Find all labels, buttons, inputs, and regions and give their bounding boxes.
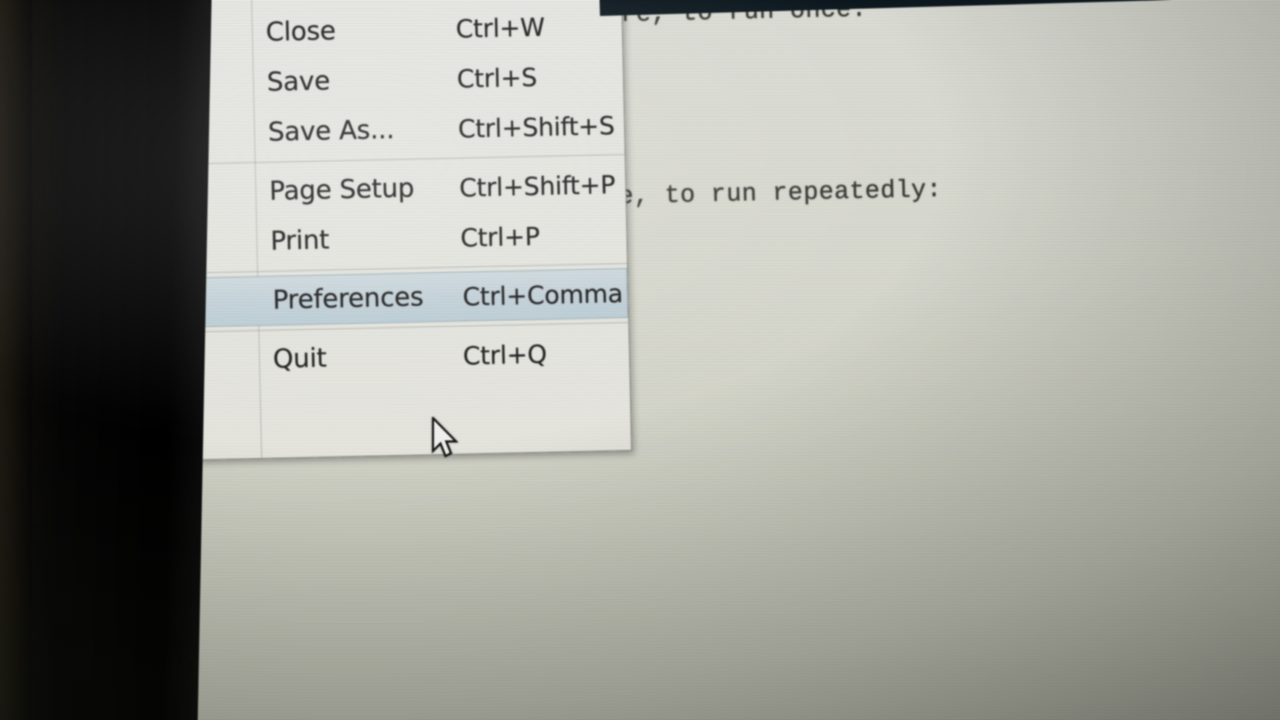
menu-item-accelerator: Ctrl+P [460,221,540,253]
menu-item-label: Page Setup [269,173,415,207]
menu-item-accelerator: Ctrl+Q [462,339,548,371]
menu-item-label: Save As... [267,115,395,148]
editor-code-line-2: e, to run repeatedly: [618,175,943,212]
menu-item-accelerator: Ctrl+Shift+S [457,110,615,144]
menu-item-accelerator: Ctrl+Comma [462,278,624,312]
menu-item-label: Quit [272,343,327,375]
file-menu-popup: Sketchbook Examples Close Ctrl+W Save Ct… [186,0,633,461]
menu-item-quit[interactable]: Quit Ctrl+Q [196,327,629,386]
menu-item-label: Close [265,16,337,48]
photographed-screen: re, to run once: e, to run repeatedly: S… [0,0,1280,720]
mouse-pointer-icon [431,417,459,458]
menu-item-accelerator: Ctrl+S [456,62,538,94]
menu-item-label: Print [270,225,330,257]
menu-item-label: Save [266,66,331,98]
menu-item-accelerator: Ctrl+W [455,12,546,44]
menu-item-accelerator: Ctrl+Shift+P [458,169,616,203]
menu-item-label: Preferences [272,282,424,316]
screen-bezel-left-edge [0,0,32,720]
